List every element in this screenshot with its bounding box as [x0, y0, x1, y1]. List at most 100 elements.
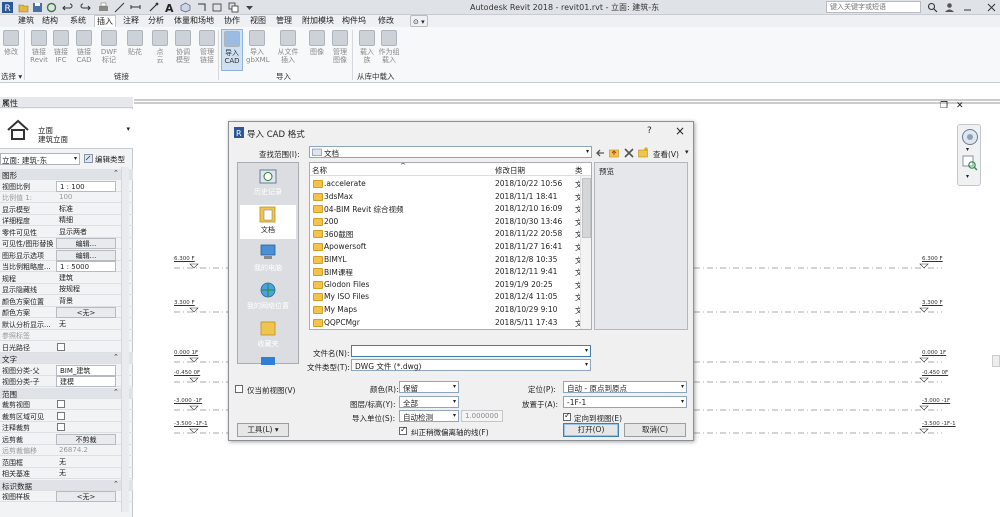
property-category-row[interactable]: 文字 ⌃ — [0, 353, 133, 364]
level-head-right-icon[interactable] — [919, 377, 929, 383]
property-value[interactable]: BIM_建筑 — [56, 364, 116, 376]
chevron-down-icon[interactable]: ▾ — [966, 173, 969, 180]
back-icon[interactable] — [595, 148, 605, 158]
cancel-button[interactable]: 取消(C) — [624, 423, 686, 437]
place-my-computer[interactable]: 我的电脑 — [240, 243, 296, 277]
qat-dropdown-icon[interactable] — [244, 2, 255, 13]
property-row[interactable]: 裁剪视图 — [0, 399, 133, 410]
file-row[interactable]: Glodon Files 2019/1/9 20:25 文 — [310, 279, 583, 292]
help-search-input[interactable] — [826, 1, 921, 13]
properties-scrollbar[interactable] — [121, 167, 129, 512]
file-row[interactable]: 200 2018/10/30 13:46 文 — [310, 216, 583, 229]
3d-view-icon[interactable] — [180, 2, 191, 13]
file-row[interactable]: BIMYL 2018/12/8 10:35 文 — [310, 254, 583, 267]
property-row[interactable]: 零件可见性 显示两者 — [0, 227, 133, 238]
file-row[interactable]: 3dsMax 2018/11/1 18:41 文 — [310, 191, 583, 204]
undo-icon[interactable] — [62, 2, 73, 13]
place-at-select[interactable]: -1F-1 ▾ — [563, 396, 687, 408]
minimize-icon[interactable] — [962, 2, 973, 13]
property-row[interactable]: 颜色方案 <无> — [0, 307, 133, 318]
ribbon-group-select[interactable]: 选择 ▾ — [1, 71, 22, 82]
place-history[interactable]: 历史记录 — [240, 167, 296, 201]
level-head-right-icon[interactable] — [919, 307, 929, 313]
zoom-region-icon[interactable] — [962, 155, 978, 171]
property-category-row[interactable]: 范围 ⌃ — [0, 387, 133, 399]
property-edit-button[interactable]: 不剪裁 — [56, 433, 116, 445]
tab-overflow-toggle[interactable]: ⊙ ▾ — [410, 15, 428, 27]
close-hidden-icon[interactable] — [212, 2, 223, 13]
manage-images-button[interactable]: 管理 图像 — [329, 29, 351, 71]
import-units-select[interactable]: 自动检测 ▾ — [399, 410, 459, 422]
collapse-icon[interactable]: ⌃ — [113, 353, 119, 361]
sync-icon[interactable] — [46, 2, 57, 13]
property-row[interactable]: 比例值 1: 100 — [0, 192, 133, 203]
import-gbxml-button[interactable]: 导入 gbXML — [246, 29, 270, 71]
property-checkbox[interactable] — [57, 400, 65, 408]
steering-wheel-icon[interactable] — [961, 128, 979, 146]
property-checkbox[interactable] — [57, 411, 65, 420]
properties-close-icon[interactable]: ✕ — [2, 98, 130, 107]
property-row[interactable]: 远剪裁偏移 26874.2 — [0, 445, 133, 456]
tools-button[interactable]: 工具(L) ▾ — [237, 423, 289, 437]
tab-collaborate[interactable]: 协作 — [222, 15, 242, 27]
property-checkbox[interactable] — [57, 342, 65, 351]
property-row[interactable]: 裁剪区域可见 — [0, 411, 133, 422]
property-row[interactable]: 默认分析显示... 无 — [0, 319, 133, 330]
text-icon[interactable]: A — [164, 2, 175, 13]
level-head-left-icon[interactable] — [189, 405, 199, 411]
property-category-row[interactable]: 标识数据 ⌃ — [0, 479, 133, 491]
file-list-scrollbar[interactable] — [580, 176, 591, 329]
type-selector[interactable]: 立面 建筑立面 ▾ — [0, 109, 133, 149]
property-row[interactable]: 视图比例 1 : 100 — [0, 180, 133, 192]
open-button[interactable]: 打开(O) — [563, 423, 619, 437]
property-edit-button[interactable]: 编辑... — [56, 238, 116, 249]
point-cloud-button[interactable]: 点 云 — [149, 29, 171, 71]
property-row[interactable]: 规程 建筑 — [0, 273, 133, 284]
property-row[interactable]: 图形显示选项 编辑... — [0, 249, 133, 261]
tab-structure[interactable]: 结构 — [40, 15, 60, 27]
level-head-right-icon[interactable] — [919, 405, 929, 411]
redo-icon[interactable] — [80, 2, 91, 13]
property-edit-button[interactable]: 编辑... — [56, 249, 116, 261]
property-row[interactable]: 视图分类-子 建模 — [0, 376, 133, 387]
measure-icon[interactable] — [114, 2, 125, 13]
view-scrollbar-thumb[interactable] — [992, 355, 1000, 367]
colors-select[interactable]: 保留 ▾ — [399, 381, 459, 393]
level-head-left-icon[interactable] — [189, 357, 199, 363]
level-head-right-icon[interactable] — [919, 263, 929, 269]
property-row[interactable]: 参照标签 — [0, 330, 133, 341]
file-row[interactable]: .accelerate 2018/10/22 10:56 文 — [310, 178, 583, 191]
edit-type-button[interactable]: 编辑类型 — [84, 153, 130, 165]
switch-windows-icon[interactable] — [228, 2, 239, 13]
property-checkbox[interactable] — [57, 423, 65, 431]
coordination-model-button[interactable]: 协调 模型 — [172, 29, 194, 71]
image-button[interactable]: 图像 — [306, 29, 328, 71]
tab-manage[interactable]: 管理 — [274, 15, 294, 27]
tab-analyze[interactable]: 分析 — [146, 15, 166, 27]
open-icon[interactable] — [18, 2, 29, 13]
window-close-icon[interactable] — [986, 2, 997, 13]
property-edit-button[interactable]: <无> — [56, 491, 116, 502]
file-row[interactable]: My Maps 2018/10/29 9:10 文 — [310, 304, 583, 317]
column-type[interactable]: 类 — [575, 165, 583, 176]
tab-systems[interactable]: 系统 — [68, 15, 88, 27]
orient-to-view-checkbox[interactable] — [563, 411, 571, 421]
views-menu[interactable]: 查看(V) — [653, 149, 679, 160]
tab-modify[interactable]: 修改 — [376, 15, 396, 27]
insert-from-file-button[interactable]: 从文件 插入 — [274, 29, 302, 71]
property-value[interactable]: 建模 — [56, 376, 116, 387]
property-row[interactable]: 显示隐藏线 按规程 — [0, 284, 133, 295]
link-ifc-button[interactable]: 链接 IFC — [50, 29, 72, 71]
view-close-icon[interactable]: ✕ — [956, 101, 964, 111]
save-icon[interactable] — [32, 2, 43, 13]
dialog-close-icon[interactable]: × — [675, 124, 685, 138]
level-head-left-icon[interactable] — [189, 377, 199, 383]
place-network[interactable]: 我的网络位置 — [240, 281, 296, 315]
property-category-row[interactable]: 图形 ⌃ — [0, 169, 133, 180]
filename-input[interactable]: ▾ — [351, 345, 591, 357]
property-row[interactable]: 详细程度 精细 — [0, 215, 133, 226]
property-row[interactable]: 视图样板 <无> — [0, 491, 133, 502]
tab-annotate[interactable]: 注释 — [121, 15, 141, 27]
tag-icon[interactable] — [148, 2, 159, 13]
file-row[interactable]: 360截图 2018/11/22 20:58 文 — [310, 228, 583, 241]
